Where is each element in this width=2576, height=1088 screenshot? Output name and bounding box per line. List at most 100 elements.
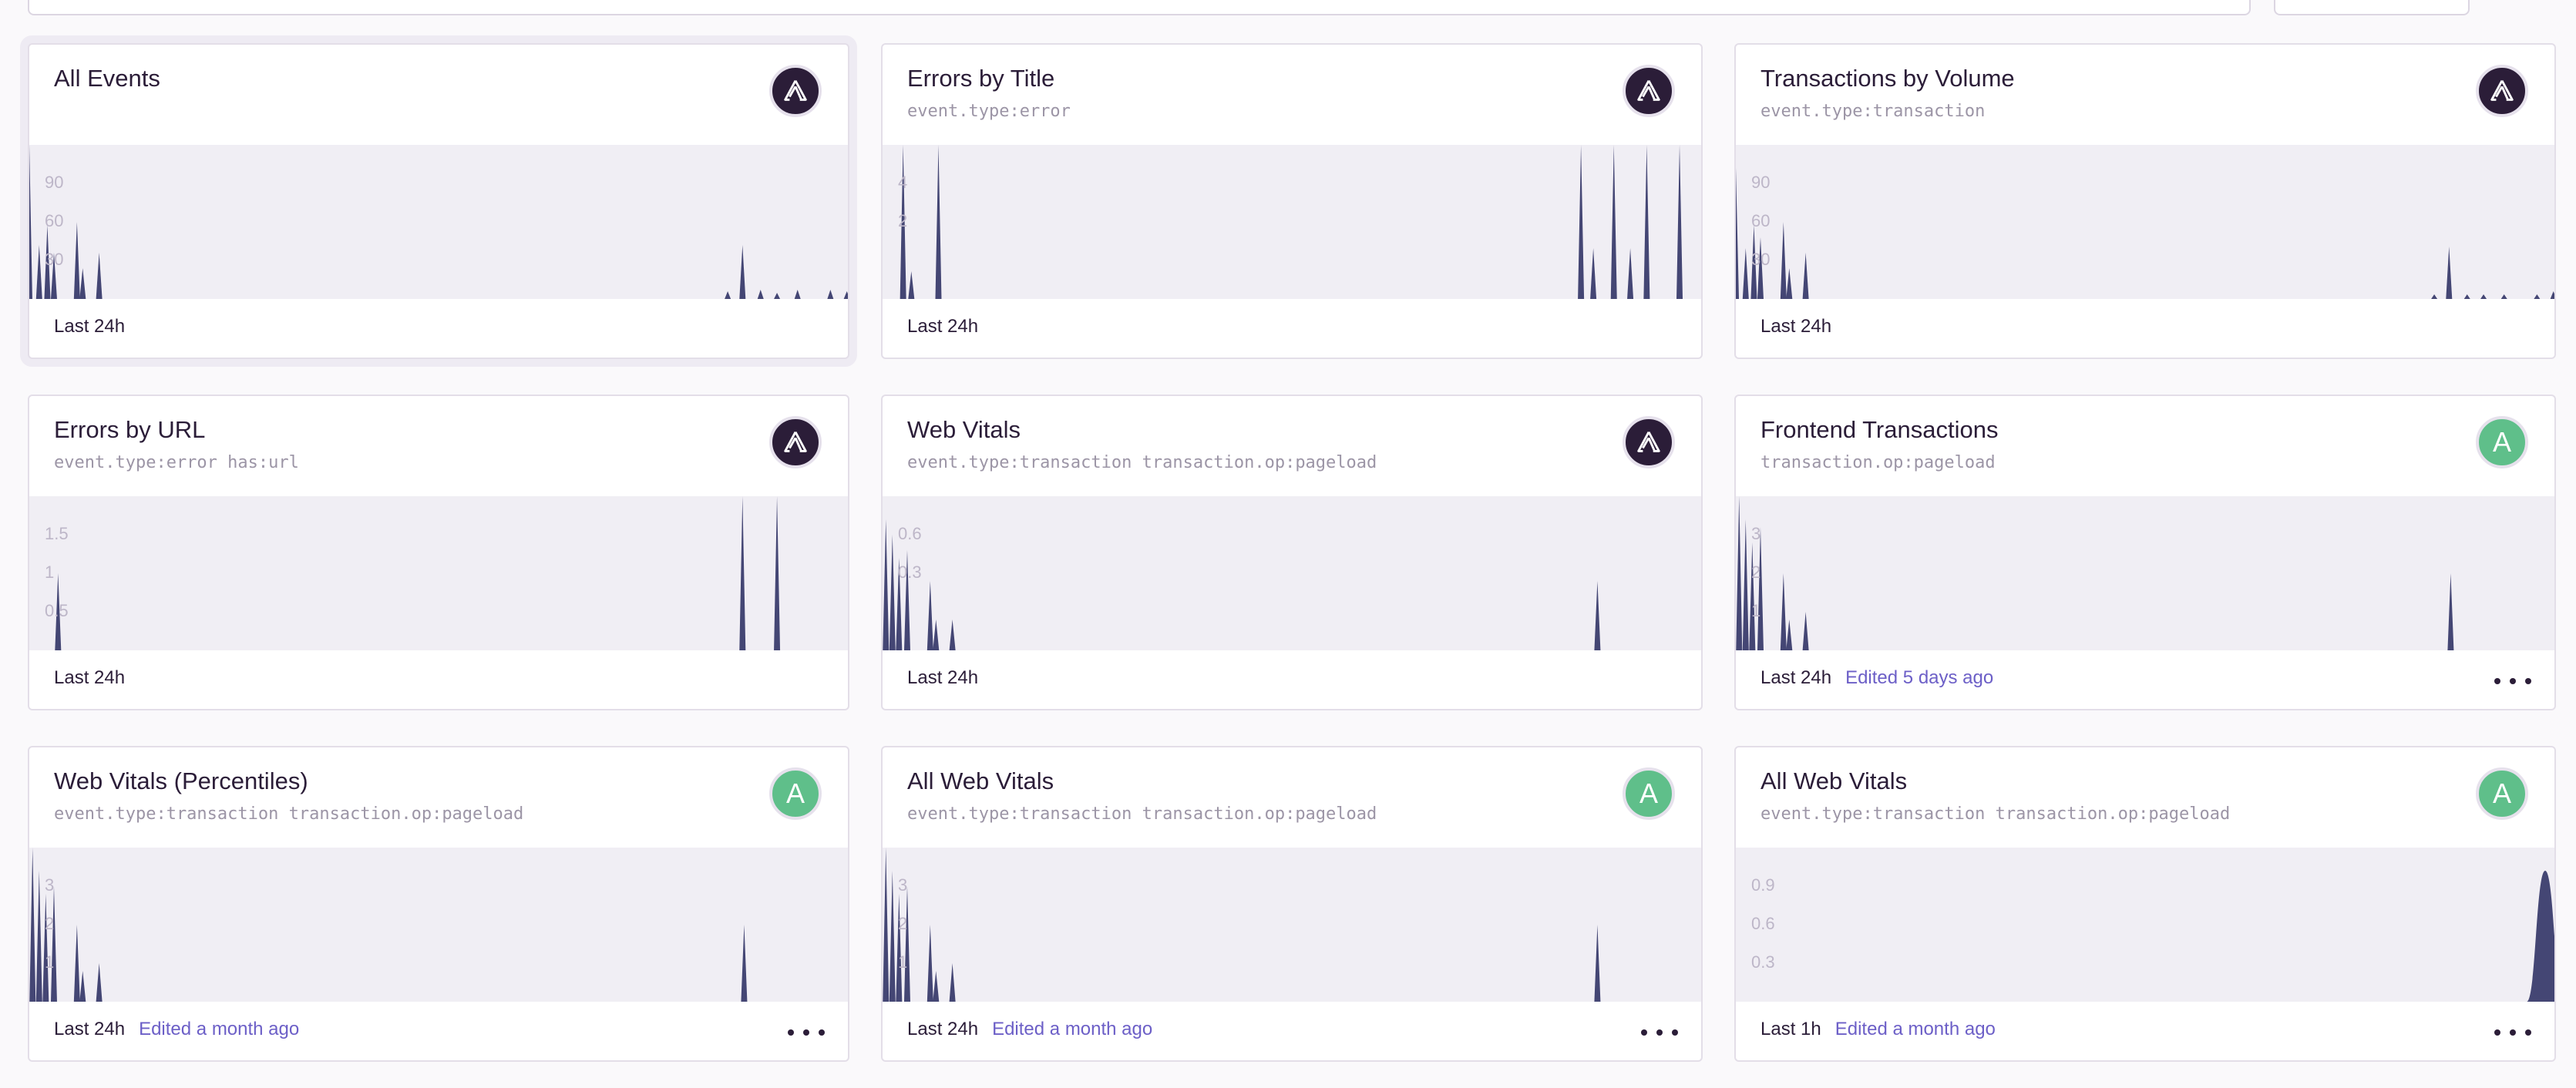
chart-peak [1802,612,1809,650]
chart-peak [2500,294,2507,299]
widget-query: event.type:transaction transaction.op:pa… [907,804,1377,824]
chart-peak [896,894,903,1002]
chart-peak [2480,294,2487,299]
widget-footer: Last 24h Edited 5 days ago [1760,667,1993,689]
chart-peak [908,271,915,299]
chart-peak [2431,294,2438,299]
chart-peak [739,496,746,650]
chart-peak [1786,268,1793,299]
chart-svg [29,145,848,299]
widget-query: event.type:transaction transaction.op:pa… [1760,804,2231,824]
chart-peak [1742,519,1749,650]
widget-chart: 0.6 0.3 [883,496,1701,650]
chart-svg [29,848,748,1002]
widget-title: Errors by URL [54,416,206,443]
y-tick-label: 60 [45,211,64,230]
time-range-label: Last 24h [907,1019,979,1039]
widget-card[interactable]: Errors by Title event.type:error 4 2 Last 24… [881,43,1703,359]
y-tick-label: 1.5 [45,524,69,543]
widget-chart: 0.9 0.6 0.3 [1736,848,2554,1002]
sentry-logo-icon [784,432,807,452]
chart-peak [739,245,746,299]
avatar: A [1623,767,1675,820]
chart-peak [889,535,896,650]
y-tick-label: 0.5 [45,601,69,620]
sentry-logo-icon [1637,432,1660,452]
widget-footer: Last 24h [1760,316,1831,337]
avatar [2476,65,2528,117]
edited-label[interactable]: Edited 5 days ago [1845,667,1993,689]
chart-peak [883,519,889,650]
widget-query: event.type:transaction [1760,102,1986,121]
more-actions-button[interactable] [2494,673,2531,689]
widget-card[interactable]: All Web Vitals event.type:transaction tra… [1734,746,2556,1062]
chart-peak [29,848,36,1002]
chart-peak [79,268,86,299]
y-tick-label: 4 [898,173,908,192]
ellipsis-dot-icon [1656,1029,1663,1036]
widget-card[interactable]: Transactions by Volume event.type:transac… [1734,43,2556,359]
chart-peak [883,848,889,1002]
avatar: A [2476,416,2528,468]
y-tick-label: 1 [45,952,55,972]
widget-title: All Events [54,65,160,92]
more-actions-button[interactable] [2494,1025,2531,1040]
y-tick-label: 30 [1751,250,1771,269]
chart-peak [827,290,834,299]
y-tick-label: 3 [45,875,55,895]
more-actions-button[interactable] [788,1025,825,1040]
chart-svg [900,145,1683,299]
avatar: A [769,767,822,820]
chart-peak [42,894,49,1002]
search-input[interactable] [28,0,2251,15]
chart-peak [926,925,933,1002]
widget-chart: 3 2 1 [883,848,1701,1002]
chart-peak [1749,542,1756,650]
widget-chart: 42 [883,145,1701,299]
chart-peak [2550,291,2554,299]
more-actions-button[interactable] [1641,1025,1678,1040]
chart-peak [1780,573,1787,650]
avatar [1623,416,1675,468]
ellipsis-dot-icon [788,1029,794,1036]
chart-peak [1786,620,1793,650]
chart-peak [903,886,910,1002]
chart-svg [1736,168,2554,299]
widget-chart: 3 2 1 [29,848,848,1002]
y-tick-label: 30 [45,250,64,269]
chart-peak [1627,248,1634,299]
edited-label[interactable]: Edited a month ago [139,1019,299,1040]
chart-svg [883,519,1601,650]
time-range-label: Last 24h [1760,316,1832,337]
edited-label[interactable]: Edited a month ago [1835,1019,1996,1040]
widget-card[interactable]: Web Vitals event.type:transaction transac… [881,395,1703,710]
widget-footer: Last 24h Edited a month ago [54,1019,299,1040]
widget-card[interactable]: Errors by URL event.type:error has:url 1.5… [28,395,849,710]
avatar-letter: A [2492,426,2511,458]
time-range-label: Last 24h [1760,667,1832,688]
ellipsis-dot-icon [803,1029,809,1036]
chart-peak [1643,145,1650,299]
chart-peak [1610,145,1617,299]
widget-title: Web Vitals [907,416,1021,443]
widget-card[interactable]: All Web Vitals event.type:transaction tra… [881,746,1703,1062]
widget-title: Transactions by Volume [1760,65,2015,92]
chart-peak [35,871,42,1002]
widget-title: Web Vitals (Percentiles) [54,767,308,794]
avatar-letter: A [2492,777,2511,809]
chart-peak [949,963,956,1002]
time-range-label: Last 1h [1760,1019,1821,1039]
sentry-logo-icon [784,80,807,101]
y-tick-label: 2 [898,211,908,230]
chart-svg [1736,496,2454,650]
widget-footer: Last 24h [54,667,125,689]
chart-peak [1742,248,1749,299]
toolbar-button[interactable] [2274,0,2470,15]
widget-card[interactable]: Web Vitals (Percentiles) event.type:trans… [28,746,849,1062]
y-tick-label: 0.3 [1751,952,1775,972]
widget-card[interactable]: Frontend Transactions transaction.op:page… [1734,395,2556,710]
widget-card[interactable]: All Events 90 60 30 Last 24h [28,43,849,359]
edited-label[interactable]: Edited a month ago [992,1019,1152,1040]
chart-peak [50,886,57,1002]
widget-chart: 90 60 30 [29,145,848,299]
